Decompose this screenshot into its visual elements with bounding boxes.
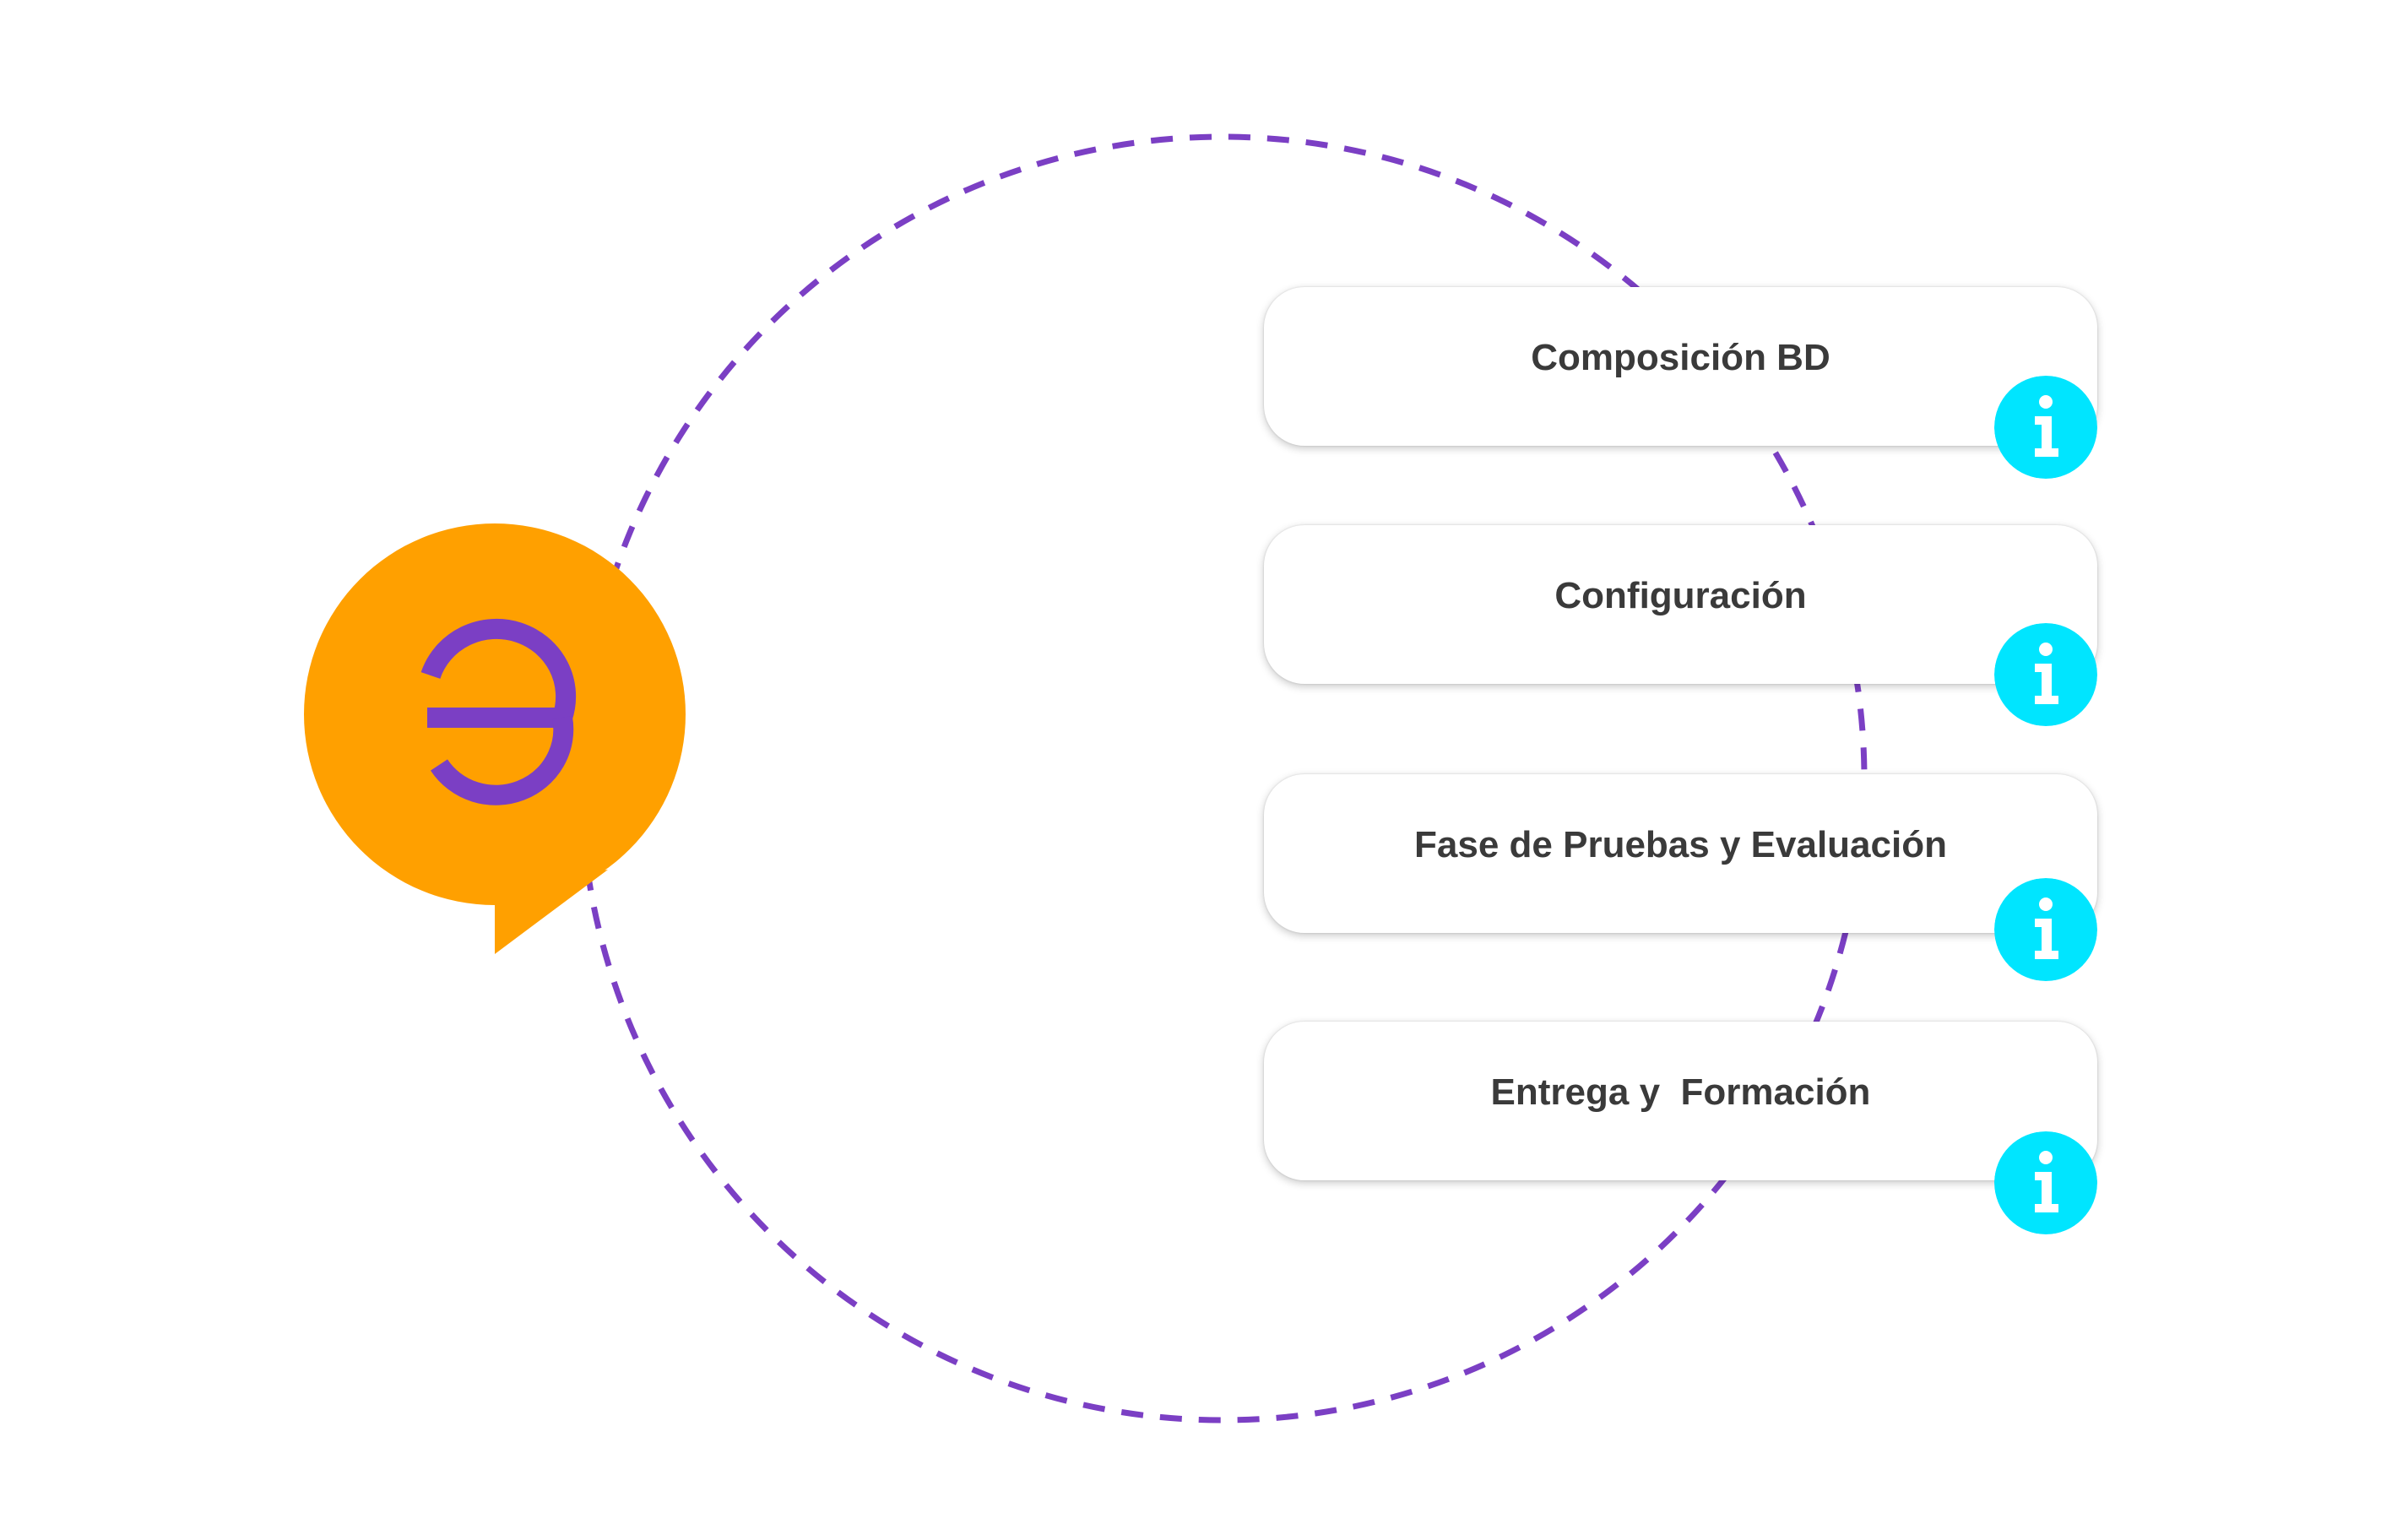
speech-bubble-logo-icon — [304, 523, 686, 954]
info-icon[interactable] — [1994, 878, 2097, 981]
step-card-configuracion[interactable]: Configuración — [1264, 525, 2097, 684]
info-icon[interactable] — [1994, 1131, 2097, 1234]
step-label-pruebas: Fase de Pruebas y Evaluación — [1414, 824, 1947, 865]
step-label-configuracion: Configuración — [1554, 575, 1807, 616]
diagram-canvas: Composición BD Configuración Fase de Pru… — [0, 0, 2408, 1513]
step-card-pruebas[interactable]: Fase de Pruebas y Evaluación — [1264, 774, 2097, 933]
diagram-background — [304, 133, 1868, 1424]
step-card-entrega[interactable]: Entrega y Formación — [1264, 1022, 2097, 1180]
info-icon[interactable] — [1994, 623, 2097, 726]
step-card-composicion[interactable]: Composición BD — [1264, 287, 2097, 446]
info-icon[interactable] — [1994, 376, 2097, 479]
step-label-composicion: Composición BD — [1531, 337, 1830, 378]
step-label-entrega: Entrega y Formación — [1490, 1071, 1871, 1113]
